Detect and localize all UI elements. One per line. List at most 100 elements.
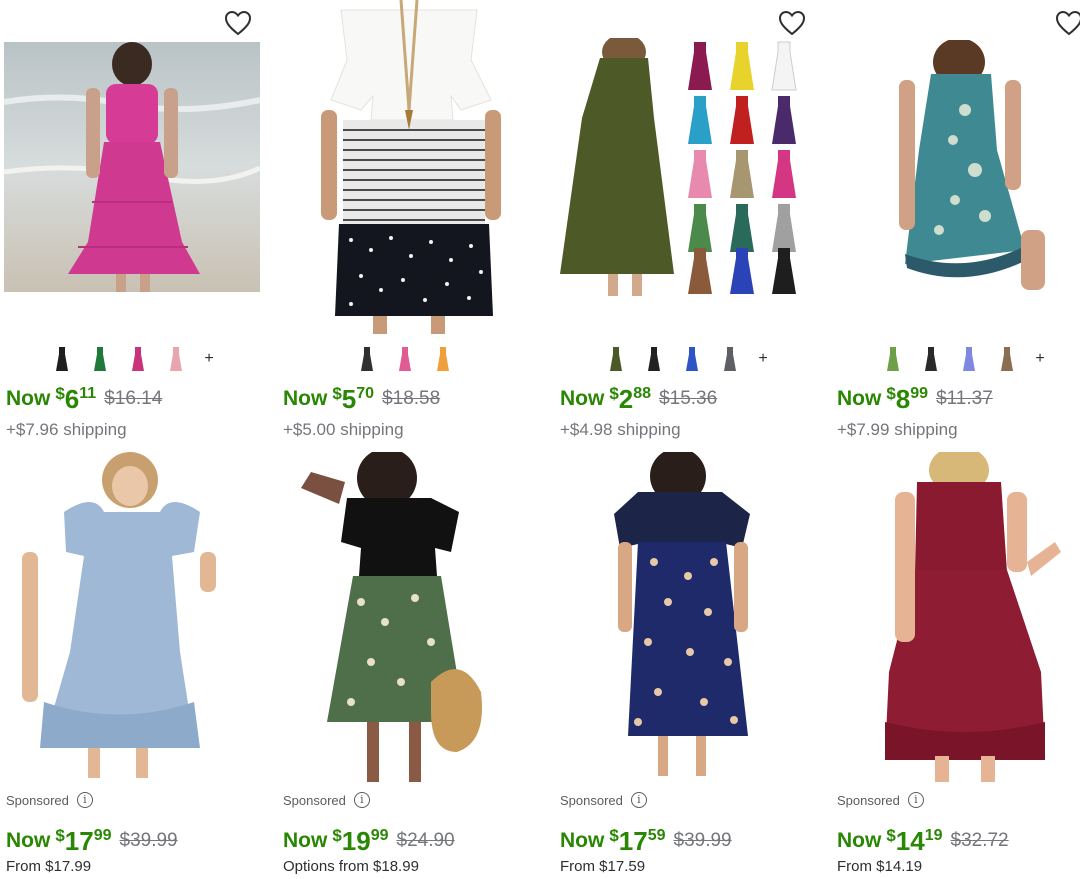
from-price-text: From $14.19 xyxy=(837,858,923,875)
shipping-text: +$7.99 shipping xyxy=(837,420,958,439)
currency-symbol: $ xyxy=(609,826,619,845)
now-label: Now xyxy=(837,387,882,410)
price: Now $ 17 59 $39.99 xyxy=(560,826,732,856)
more-colors-indicator[interactable]: + xyxy=(756,350,770,368)
was-price: $39.99 xyxy=(673,830,732,851)
price: Now $ 6 11 $16.14 xyxy=(6,384,162,414)
color-swatch[interactable] xyxy=(957,345,981,373)
sponsored-label: Sponsored i xyxy=(6,792,93,808)
color-swatch[interactable] xyxy=(680,345,704,373)
was-price: $16.14 xyxy=(104,388,163,409)
info-icon[interactable]: i xyxy=(76,792,93,808)
currency-symbol: $ xyxy=(609,384,619,403)
color-swatch[interactable] xyxy=(718,345,742,373)
color-swatches: + xyxy=(50,344,216,374)
price-dollars: 17 xyxy=(618,826,648,856)
product-card[interactable]: Sponsored i Now $ 19 99 $24.90 Options f… xyxy=(277,442,539,879)
price-dollars: 5 xyxy=(341,384,357,414)
price-dollars: 6 xyxy=(64,384,80,414)
sponsored-text: Sponsored xyxy=(837,792,900,808)
was-price: $32.72 xyxy=(950,830,1009,851)
price-dollars: 14 xyxy=(895,826,925,856)
product-image[interactable] xyxy=(4,42,260,292)
was-price: $39.99 xyxy=(119,830,178,851)
more-colors-indicator[interactable]: + xyxy=(1033,350,1047,368)
sponsored-text: Sponsored xyxy=(560,792,623,808)
color-swatch[interactable] xyxy=(604,345,628,373)
now-label: Now xyxy=(283,387,328,410)
currency-symbol: $ xyxy=(886,384,896,403)
product-card[interactable]: Sponsored i Now $ 17 59 $39.99 From $17.… xyxy=(554,442,816,879)
price-cents: 59 xyxy=(647,827,666,844)
was-price: $15.36 xyxy=(659,388,718,409)
from-price-text: From $17.59 xyxy=(560,858,646,875)
from-price-text: From $17.99 xyxy=(6,858,92,875)
shipping-text: +$5.00 shipping xyxy=(283,420,404,439)
now-label: Now xyxy=(283,829,328,852)
currency-symbol: $ xyxy=(886,826,896,845)
product-image[interactable] xyxy=(558,452,814,782)
color-swatch[interactable] xyxy=(50,345,74,373)
info-icon[interactable]: i xyxy=(907,792,924,808)
product-image[interactable] xyxy=(281,0,537,334)
product-card[interactable]: Sponsored i Now $ 17 99 $39.99 From $17.… xyxy=(0,442,262,879)
now-label: Now xyxy=(837,829,882,852)
price-dollars: 17 xyxy=(64,826,94,856)
info-icon[interactable]: i xyxy=(630,792,647,808)
now-label: Now xyxy=(560,387,605,410)
sponsored-label: Sponsored i xyxy=(283,792,370,808)
color-swatch[interactable] xyxy=(126,345,150,373)
price-cents: 11 xyxy=(79,385,97,402)
product-card[interactable]: + Now $ 6 11 $16.14 +$7.96 shipping xyxy=(0,0,262,440)
price-dollars: 19 xyxy=(341,826,371,856)
color-swatch[interactable] xyxy=(995,345,1019,373)
color-swatches: + xyxy=(604,344,770,374)
product-card[interactable]: + Now $ 8 99 $11.37 +$7.99 shipping xyxy=(831,0,1080,440)
now-label: Now xyxy=(6,829,51,852)
price-cents: 99 xyxy=(910,385,929,402)
currency-symbol: $ xyxy=(332,384,342,403)
color-swatch[interactable] xyxy=(642,345,666,373)
price: Now $ 8 99 $11.37 xyxy=(837,384,993,414)
favorite-heart-icon[interactable] xyxy=(1055,10,1080,36)
now-label: Now xyxy=(560,829,605,852)
price: Now $ 19 99 $24.90 xyxy=(283,826,455,856)
color-swatch[interactable] xyxy=(355,345,379,373)
product-image[interactable] xyxy=(835,40,1080,294)
color-swatch[interactable] xyxy=(431,345,455,373)
color-swatch[interactable] xyxy=(919,345,943,373)
product-card[interactable]: + Now $ 2 88 $15.36 +$4.98 shipping xyxy=(554,0,816,440)
color-swatches: + xyxy=(881,344,1047,374)
shipping-text: +$4.98 shipping xyxy=(560,420,681,439)
currency-symbol: $ xyxy=(332,826,342,845)
favorite-heart-icon[interactable] xyxy=(224,10,252,36)
was-price: $11.37 xyxy=(936,388,993,409)
price: Now $ 17 99 $39.99 xyxy=(6,826,178,856)
product-image[interactable] xyxy=(4,452,260,782)
price: Now $ 5 70 $18.58 xyxy=(283,384,440,414)
price: Now $ 2 88 $15.36 xyxy=(560,384,717,414)
currency-symbol: $ xyxy=(55,384,65,403)
color-swatch[interactable] xyxy=(164,345,188,373)
product-image[interactable] xyxy=(835,452,1080,782)
from-price-text: Options from $18.99 xyxy=(283,858,419,875)
price-cents: 99 xyxy=(93,827,112,844)
sponsored-text: Sponsored xyxy=(283,792,346,808)
product-card[interactable]: Sponsored i Now $ 14 19 $32.72 From $14.… xyxy=(831,442,1080,879)
product-image[interactable] xyxy=(558,38,814,296)
product-grid: + Now $ 6 11 $16.14 +$7.96 shipping Now … xyxy=(0,0,1080,879)
now-label: Now xyxy=(6,387,51,410)
info-icon[interactable]: i xyxy=(353,792,370,808)
more-colors-indicator[interactable]: + xyxy=(202,350,216,368)
color-swatch[interactable] xyxy=(88,345,112,373)
price-dollars: 2 xyxy=(618,384,634,414)
favorite-heart-icon[interactable] xyxy=(778,10,806,36)
color-swatch[interactable] xyxy=(393,345,417,373)
color-swatch[interactable] xyxy=(881,345,905,373)
sponsored-label: Sponsored i xyxy=(560,792,647,808)
was-price: $18.58 xyxy=(382,388,441,409)
price-cents: 99 xyxy=(370,827,389,844)
product-card[interactable]: Now $ 5 70 $18.58 +$5.00 shipping xyxy=(277,0,539,440)
price-cents: 19 xyxy=(924,827,943,844)
product-image[interactable] xyxy=(281,452,537,782)
